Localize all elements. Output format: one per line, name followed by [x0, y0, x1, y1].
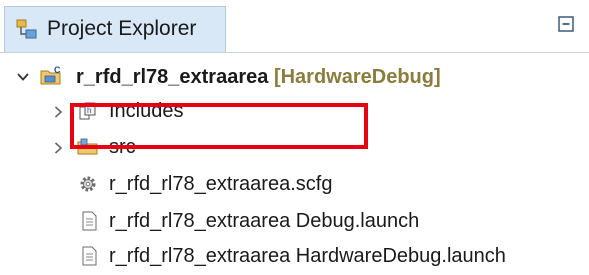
- source-folder-icon: [77, 138, 98, 155]
- hardware-debug-launch-label: r_rfd_rl78_extraarea HardwareDebug.launc…: [109, 245, 506, 267]
- tree-row-scfg[interactable]: r_rfd_rl78_extraarea.scfg: [0, 165, 589, 201]
- chevron-down-icon[interactable]: [16, 70, 30, 84]
- project-explorer-view: Project Explorer C r_rfd_rl78_extraarea …: [0, 0, 589, 275]
- c-project-icon: C: [40, 65, 61, 85]
- scfg-label: r_rfd_rl78_extraarea.scfg: [109, 173, 333, 195]
- tree-row-project[interactable]: C r_rfd_rl78_extraarea [HardwareDebug]: [0, 59, 589, 95]
- svg-text:C: C: [54, 65, 61, 75]
- svg-text:h: h: [87, 106, 91, 115]
- view-header: Project Explorer: [0, 0, 589, 55]
- includes-label: Includes: [109, 100, 184, 122]
- includes-icon: h: [79, 102, 96, 120]
- src-label: src: [109, 136, 136, 158]
- debug-launch-label: r_rfd_rl78_extraarea Debug.launch: [109, 210, 420, 232]
- tree-row-debug-launch[interactable]: r_rfd_rl78_extraarea Debug.launch: [0, 202, 589, 238]
- chevron-right-icon[interactable]: [51, 141, 65, 155]
- chevron-right-icon[interactable]: [51, 105, 65, 119]
- project-name: r_rfd_rl78_extraarea: [76, 66, 269, 88]
- collapse-all-icon[interactable]: [556, 14, 576, 34]
- project-tree: C r_rfd_rl78_extraarea [HardwareDebug] h…: [0, 55, 589, 275]
- tree-row-hardware-debug-launch[interactable]: r_rfd_rl78_extraarea HardwareDebug.launc…: [0, 237, 589, 273]
- build-config-decoration: [HardwareDebug]: [273, 66, 441, 88]
- launch-file-icon: [82, 246, 97, 266]
- view-title: Project Explorer: [47, 17, 197, 40]
- tab-project-explorer[interactable]: Project Explorer: [4, 6, 226, 52]
- header-divider: [0, 52, 589, 53]
- launch-file-icon: [82, 211, 97, 231]
- project-explorer-icon: [16, 19, 37, 39]
- gear-config-icon: [80, 176, 96, 192]
- tree-row-src[interactable]: src: [0, 129, 589, 165]
- tree-row-includes[interactable]: h Includes: [0, 93, 589, 129]
